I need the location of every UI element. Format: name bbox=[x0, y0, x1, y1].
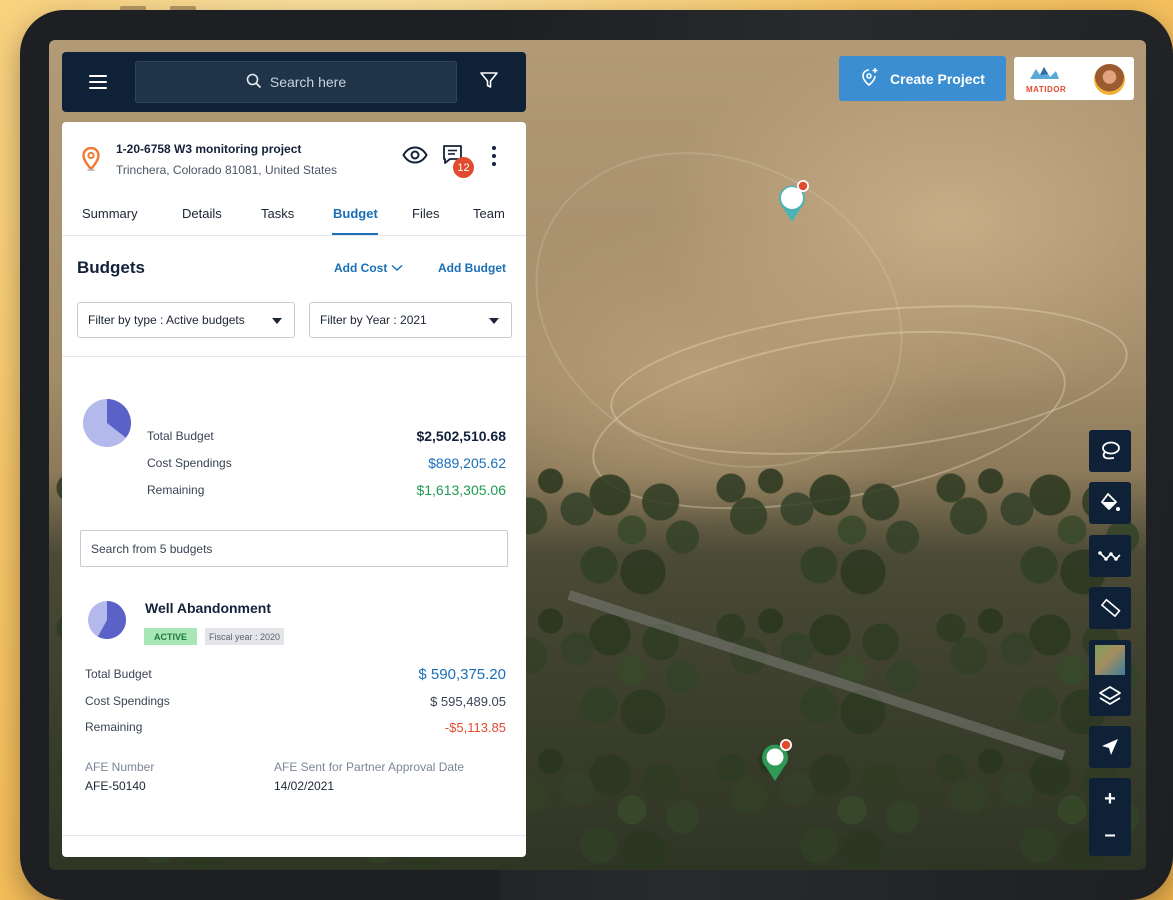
brand-logo bbox=[1030, 67, 1059, 79]
project-address: Trinchera, Colorado 81081, United States bbox=[116, 163, 338, 177]
brand-name: MATIDOR bbox=[1026, 85, 1067, 94]
eye-icon[interactable] bbox=[402, 146, 428, 169]
budget-search-placeholder: Search from 5 budgets bbox=[91, 541, 213, 556]
budget-search-input[interactable]: Search from 5 budgets bbox=[80, 530, 508, 567]
lasso-icon[interactable] bbox=[1089, 430, 1131, 472]
add-cost-button[interactable]: Add Cost bbox=[334, 261, 403, 275]
location-pin-icon bbox=[82, 146, 100, 176]
add-budget-button[interactable]: Add Budget bbox=[438, 261, 506, 275]
status-badge: ACTIVE bbox=[144, 628, 198, 645]
tab-team[interactable]: Team bbox=[473, 206, 505, 221]
divider bbox=[62, 356, 526, 357]
more-vertical-icon[interactable] bbox=[492, 146, 496, 170]
budget-total-value: $ 590,375.20 bbox=[418, 666, 506, 683]
fiscal-year-badge: Fiscal year : 2020 bbox=[205, 628, 285, 645]
panel-tabs: Summary Details Tasks Budget Files Team bbox=[62, 204, 526, 236]
paint-bucket-icon[interactable] bbox=[1089, 482, 1131, 524]
hamburger-icon[interactable] bbox=[89, 75, 107, 89]
budget-pie-chart bbox=[88, 601, 126, 639]
search-input[interactable]: Search here bbox=[135, 61, 457, 103]
map-marker[interactable] bbox=[760, 737, 794, 788]
add-cost-label: Add Cost bbox=[334, 261, 388, 275]
comments-count-badge: 12 bbox=[453, 157, 474, 178]
polyline-icon[interactable] bbox=[1089, 535, 1131, 577]
budget-name[interactable]: Well Abandonment bbox=[145, 600, 271, 616]
caret-down-icon bbox=[489, 318, 499, 324]
ruler-icon[interactable] bbox=[1089, 587, 1131, 629]
zoom-out-button[interactable]: – bbox=[1089, 816, 1131, 854]
zoom-in-button[interactable]: + bbox=[1089, 780, 1131, 818]
create-project-label: Create Project bbox=[890, 70, 985, 87]
brand-account-box: MATIDOR bbox=[1014, 57, 1134, 100]
filter-year-select[interactable]: Filter by Year : 2021 bbox=[309, 302, 512, 338]
project-header: 1-20-6758 W3 monitoring project Trincher… bbox=[62, 122, 526, 192]
project-title: 1-20-6758 W3 monitoring project bbox=[116, 142, 302, 156]
afe-number-label: AFE Number bbox=[85, 760, 155, 774]
budgets-heading: Budgets bbox=[77, 258, 145, 277]
map-thumbnail bbox=[1095, 645, 1125, 675]
tab-budget[interactable]: Budget bbox=[333, 206, 378, 221]
search-bar: Search here bbox=[62, 52, 526, 112]
zoom-controls: + – bbox=[1089, 778, 1131, 856]
budget-remaining-value: -$5,113.85 bbox=[444, 720, 506, 735]
summary-remaining-value: $1,613,305.06 bbox=[416, 482, 506, 498]
navigate-icon[interactable] bbox=[1089, 726, 1131, 768]
summary-spent-value: $889,205.62 bbox=[428, 455, 506, 471]
tab-files[interactable]: Files bbox=[412, 206, 439, 221]
summary-pie-chart bbox=[83, 399, 131, 447]
tab-details[interactable]: Details bbox=[182, 206, 222, 221]
map-screen[interactable]: Search here 1-20-6758 W3 monitoring proj… bbox=[49, 40, 1146, 870]
layers-icon bbox=[1098, 684, 1122, 713]
filter-year-value: Filter by Year : 2021 bbox=[320, 313, 427, 327]
search-placeholder: Search here bbox=[269, 74, 347, 90]
active-tab-indicator bbox=[332, 233, 378, 235]
budget-remaining-label: Remaining bbox=[85, 720, 143, 734]
budget-total-label: Total Budget bbox=[85, 667, 152, 681]
summary-total-value: $2,502,510.68 bbox=[416, 428, 506, 444]
tab-tasks[interactable]: Tasks bbox=[261, 206, 294, 221]
create-project-button[interactable]: Create Project bbox=[839, 56, 1006, 101]
project-panel: 1-20-6758 W3 monitoring project Trincher… bbox=[62, 122, 526, 857]
houses-area bbox=[529, 500, 1069, 870]
avatar[interactable] bbox=[1094, 64, 1125, 95]
summary-spent-label: Cost Spendings bbox=[147, 456, 232, 470]
divider bbox=[62, 835, 526, 836]
caret-down-icon bbox=[272, 318, 282, 324]
summary-total-label: Total Budget bbox=[147, 429, 214, 443]
budget-spent-label: Cost Spendings bbox=[85, 694, 170, 708]
search-icon bbox=[246, 73, 262, 92]
filter-type-value: Filter by type : Active budgets bbox=[88, 313, 245, 327]
add-location-icon bbox=[860, 67, 880, 90]
summary-remaining-label: Remaining bbox=[147, 483, 205, 497]
filter-type-select[interactable]: Filter by type : Active budgets bbox=[77, 302, 295, 338]
chevron-down-icon bbox=[391, 261, 403, 275]
filter-icon[interactable] bbox=[479, 70, 499, 95]
afe-number-value: AFE-50140 bbox=[85, 779, 146, 793]
afe-date-label: AFE Sent for Partner Approval Date bbox=[274, 760, 465, 774]
budget-spent-value: $ 595,489.05 bbox=[430, 694, 506, 709]
layers-button[interactable] bbox=[1089, 640, 1131, 716]
map-marker[interactable] bbox=[777, 178, 811, 229]
afe-date-value: 14/02/2021 bbox=[274, 779, 335, 793]
tab-summary[interactable]: Summary bbox=[82, 206, 138, 221]
